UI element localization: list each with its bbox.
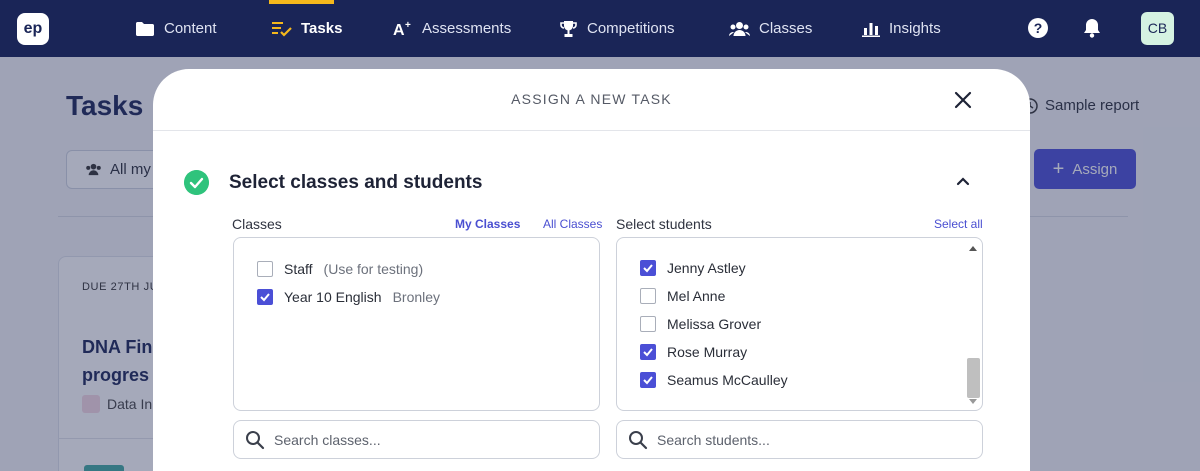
nav-item-content[interactable]: Content: [135, 0, 217, 57]
checkbox[interactable]: [640, 288, 656, 304]
search-students-box: [616, 420, 983, 459]
nav-item-label: Assessments: [422, 20, 512, 37]
nav-item-competitions[interactable]: Competitions: [559, 0, 675, 57]
class-note: Bronley: [392, 289, 441, 305]
students-scrollbar[interactable]: [964, 239, 982, 411]
modal-divider: [153, 130, 1030, 131]
nav-item-label: Tasks: [301, 20, 343, 37]
assessment-icon: A +: [393, 20, 411, 37]
student-name: Mel Anne: [667, 288, 726, 304]
nav-item-classes[interactable]: Classes: [729, 0, 812, 57]
student-name: Jenny Astley: [667, 260, 746, 276]
people-icon: [729, 21, 750, 36]
tasks-icon: [272, 22, 292, 37]
svg-text:A: A: [393, 22, 405, 37]
notification-bell-icon[interactable]: [1081, 17, 1103, 39]
search-classes-box: [233, 420, 600, 459]
user-avatar[interactable]: CB: [1141, 12, 1174, 45]
step-complete-check-icon: [184, 170, 209, 195]
student-name: Melissa Grover: [667, 316, 762, 332]
nav-item-label: Classes: [759, 20, 813, 37]
nav-item-label: Insights: [889, 20, 941, 37]
student-item[interactable]: Seamus McCaulley: [640, 370, 788, 390]
ep-logo[interactable]: ep: [17, 13, 49, 45]
checkmark-icon: [643, 376, 653, 385]
svg-text:+: +: [405, 20, 411, 31]
folder-icon: [136, 21, 154, 36]
student-item[interactable]: Jenny Astley: [640, 258, 746, 278]
nav-item-insights[interactable]: Insights: [862, 0, 941, 57]
classes-label: Classes: [232, 216, 282, 232]
checkbox-checked[interactable]: [640, 260, 656, 276]
nav-item-assessments[interactable]: A + Assessments: [393, 0, 511, 57]
chevron-up-icon[interactable]: [956, 176, 970, 186]
checkbox-checked[interactable]: [257, 289, 273, 305]
class-item[interactable]: Staff (Use for testing): [257, 259, 423, 279]
class-name: Year 10 English: [284, 289, 382, 305]
checkbox-checked[interactable]: [640, 344, 656, 360]
modal-title: ASSIGN A NEW TASK: [511, 91, 672, 107]
class-name: Staff: [284, 261, 313, 277]
trophy-icon: [560, 20, 577, 37]
search-classes-input[interactable]: [274, 431, 574, 448]
nav-item-label: Competitions: [587, 20, 675, 37]
help-icon[interactable]: ?: [1027, 17, 1049, 39]
svg-text:?: ?: [1034, 20, 1043, 36]
all-classes-link[interactable]: All Classes: [543, 217, 602, 231]
students-list[interactable]: Jenny Astley Mel Anne Melissa Grover Ros…: [616, 237, 983, 411]
nav-item-tasks[interactable]: Tasks: [271, 0, 342, 57]
class-note: (Use for testing): [323, 261, 424, 277]
assign-task-modal: ASSIGN A NEW TASK Select classes and stu…: [153, 69, 1030, 471]
scroll-down-arrow-icon[interactable]: [969, 399, 977, 404]
scrollbar-thumb[interactable]: [967, 358, 980, 398]
section-title: Select classes and students: [229, 172, 483, 193]
class-item[interactable]: Year 10 English Bronley: [257, 287, 440, 307]
select-all-link[interactable]: Select all: [934, 217, 983, 231]
nav-item-label: Content: [164, 20, 217, 37]
search-icon: [629, 430, 648, 449]
bar-chart-icon: [862, 22, 880, 37]
my-classes-link[interactable]: My Classes: [455, 217, 520, 231]
student-item[interactable]: Rose Murray: [640, 342, 747, 362]
student-item[interactable]: Melissa Grover: [640, 314, 761, 334]
checkmark-icon: [260, 293, 270, 302]
students-label: Select students: [616, 216, 712, 232]
student-name: Rose Murray: [667, 344, 748, 360]
checkbox-checked[interactable]: [640, 372, 656, 388]
search-students-input[interactable]: [657, 431, 957, 448]
checkbox[interactable]: [640, 316, 656, 332]
student-name: Seamus McCaulley: [667, 372, 788, 388]
classes-list[interactable]: Staff (Use for testing) Year 10 English …: [233, 237, 600, 411]
checkbox[interactable]: [257, 261, 273, 277]
student-item[interactable]: Mel Anne: [640, 286, 725, 306]
checkmark-icon: [643, 264, 653, 273]
close-icon[interactable]: [952, 89, 974, 111]
top-nav: ep Content Tasks A + Assessments Competit…: [0, 0, 1200, 57]
checkmark-icon: [643, 348, 653, 357]
search-icon: [246, 430, 265, 449]
scroll-up-arrow-icon[interactable]: [969, 246, 977, 251]
